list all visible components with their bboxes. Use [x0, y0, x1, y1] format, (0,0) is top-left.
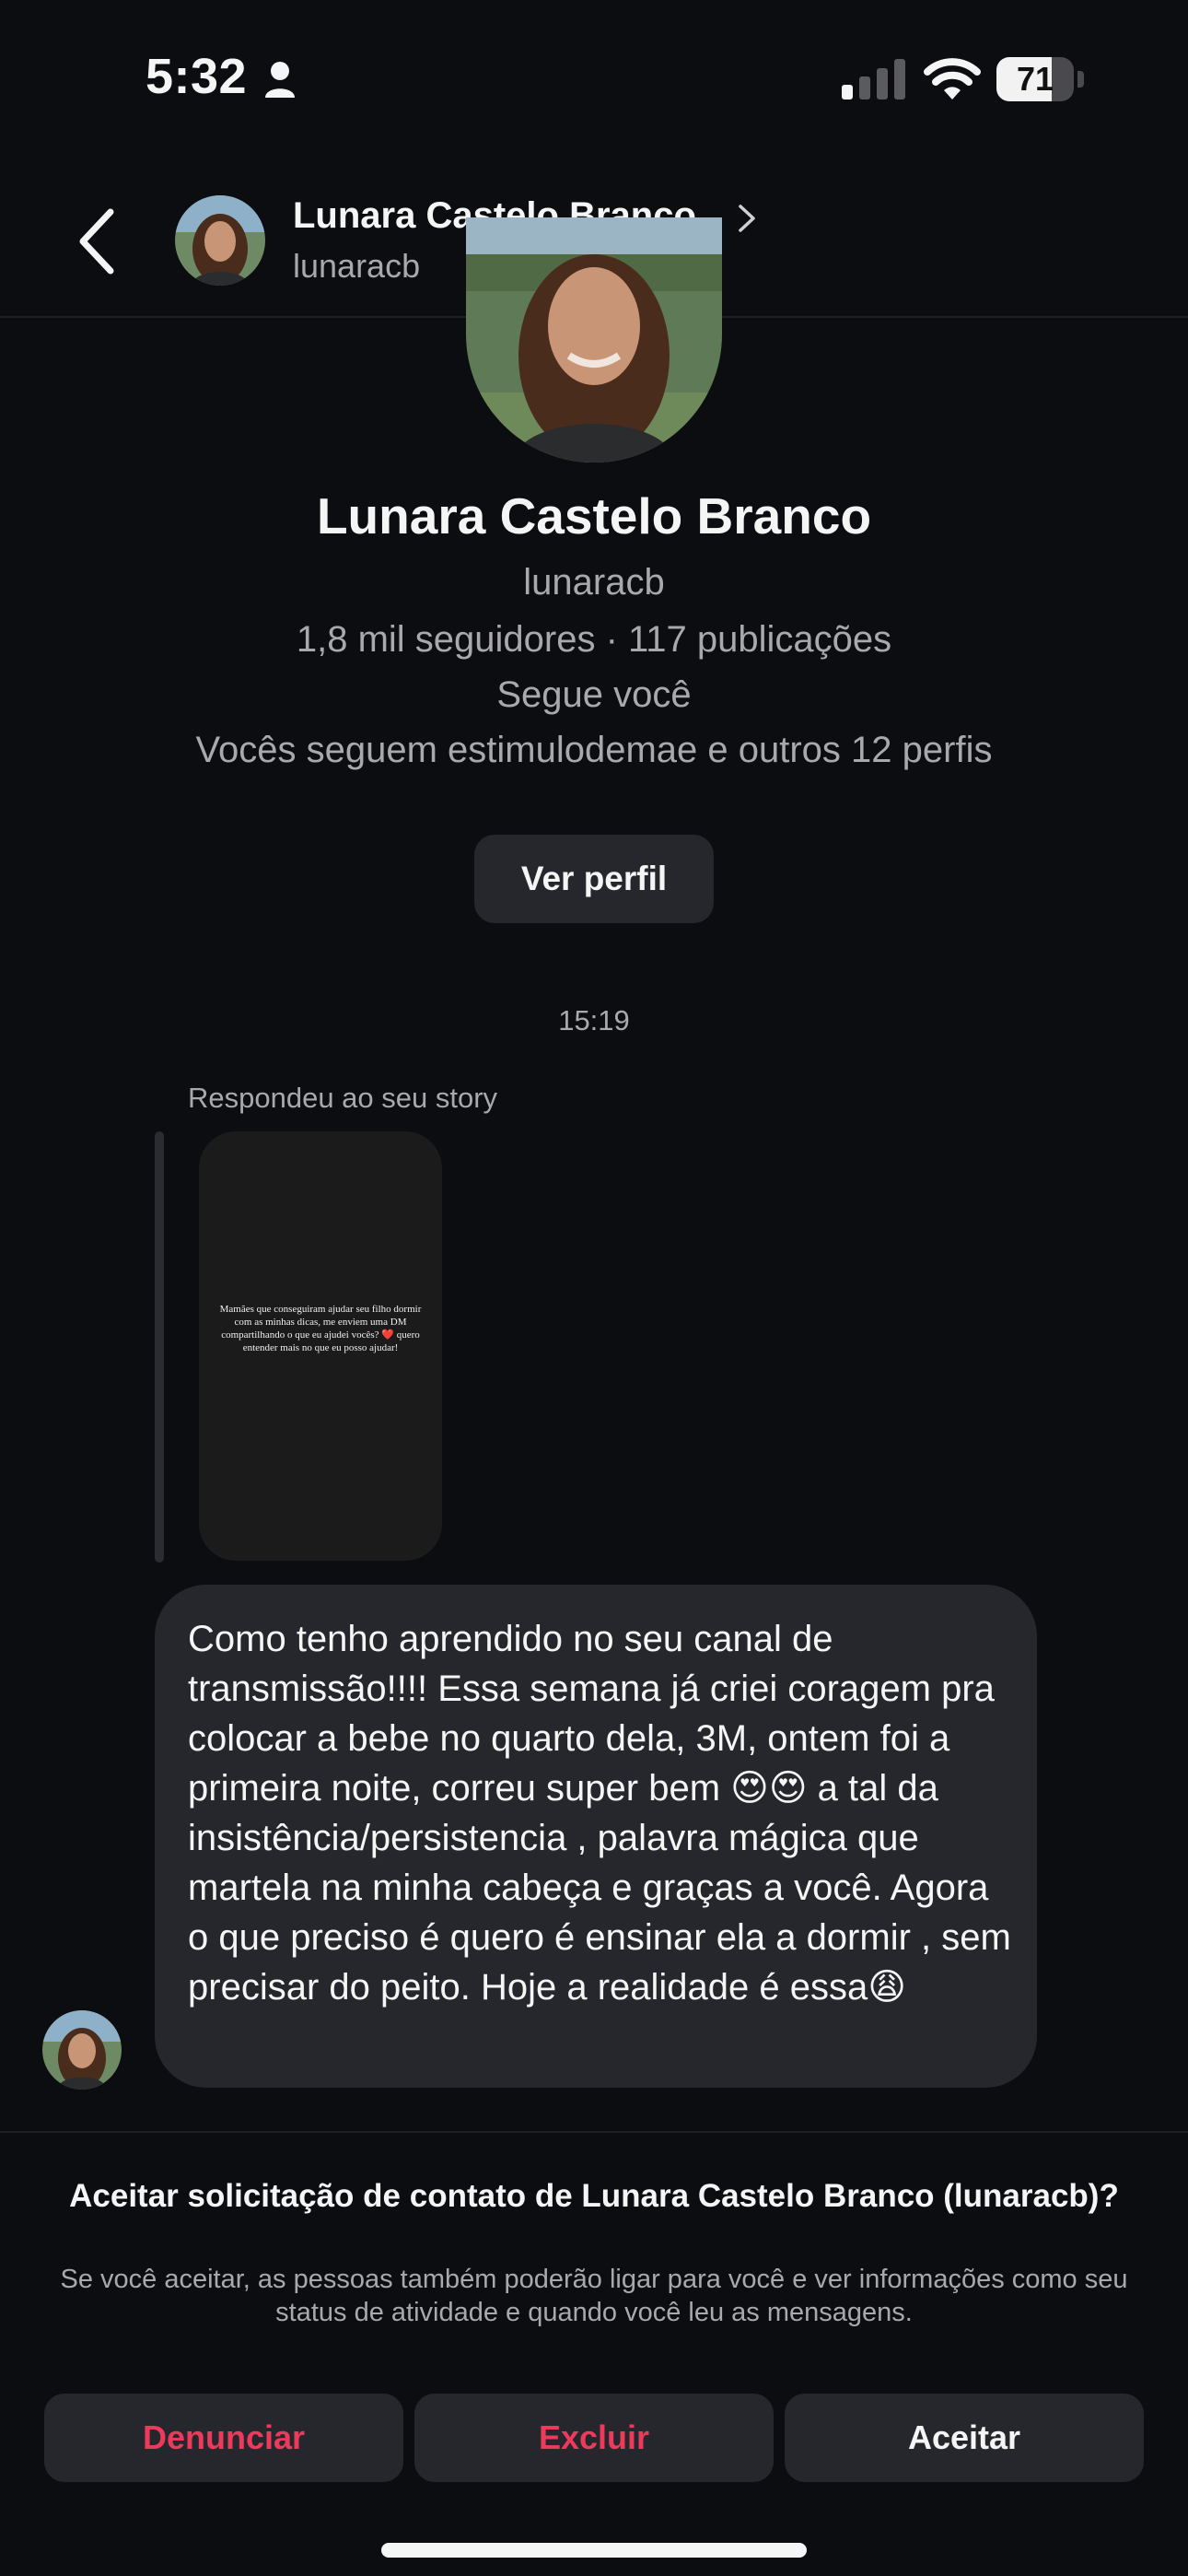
report-button[interactable]: Denunciar: [44, 2394, 403, 2482]
request-subtitle: Se você aceitar, as pessoas também poder…: [60, 2265, 1128, 2327]
request-divider: [0, 2131, 1188, 2133]
message-text: Como tenho aprendido no seu canal de tra…: [188, 1619, 1011, 2008]
battery-level: 71: [1016, 60, 1054, 98]
story-reply-label: Respondeu ao seu story: [188, 1082, 498, 1114]
mutual-followers: Vocês seguem estimulodemae e outros 12 p…: [195, 730, 993, 770]
header-avatar[interactable]: [175, 195, 265, 286]
story-text: Mamães que conseguiram ajudar seu filho …: [219, 1304, 422, 1353]
story-thumbnail[interactable]: Mamães que conseguiram ajudar seu filho …: [199, 1131, 442, 1561]
battery-icon: 71: [996, 57, 1085, 101]
chevron-right-icon[interactable]: [737, 203, 757, 234]
wifi-icon: [924, 58, 981, 100]
status-time: 5:32: [146, 49, 248, 104]
header-username: lunaracb: [293, 247, 421, 285]
view-profile-button[interactable]: Ver perfil: [474, 835, 714, 923]
message-bubble[interactable]: Como tenho aprendido no seu canal de tra…: [155, 1585, 1037, 2088]
back-chevron-icon[interactable]: [72, 203, 123, 280]
profile-stats: 1,8 mil seguidores · 117 publicações: [296, 619, 892, 660]
request-title: Aceitar solicitação de contato de Lunara…: [69, 2178, 1119, 2214]
accept-button[interactable]: Aceitar: [785, 2394, 1144, 2482]
delete-button[interactable]: Excluir: [414, 2394, 774, 2482]
profile-avatar[interactable]: [466, 217, 722, 463]
signal-icon: [842, 59, 905, 100]
profile-username: lunaracb: [523, 562, 665, 603]
reply-indicator-bar: [155, 1131, 164, 1563]
person-icon: [265, 62, 295, 98]
follows-you-label: Segue você: [496, 674, 692, 715]
message-timestamp: 15:19: [558, 1004, 630, 1036]
profile-name: Lunara Castelo Branco: [316, 487, 872, 544]
sender-avatar[interactable]: [42, 2010, 122, 2090]
home-indicator[interactable]: [381, 2543, 807, 2558]
